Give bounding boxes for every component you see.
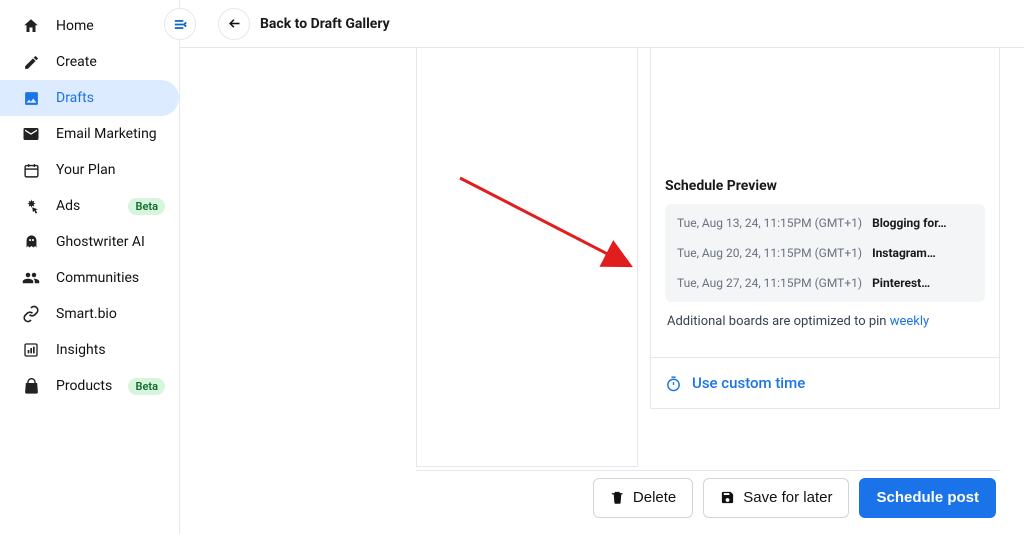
- sidebar-label: Smart.bio: [56, 306, 165, 322]
- schedule-board: Blogging for…: [872, 216, 973, 230]
- save-icon: [720, 490, 735, 505]
- sidebar-label: Ads: [56, 198, 112, 214]
- back-title: Back to Draft Gallery: [260, 16, 390, 32]
- use-custom-time-button[interactable]: Use custom time: [651, 358, 999, 408]
- sidebar-item-home[interactable]: Home: [0, 8, 179, 44]
- sidebar-label: Communities: [56, 270, 165, 286]
- schedule-time: Tue, Aug 13, 24, 11:15PM (GMT+1): [677, 216, 862, 230]
- weekly-link[interactable]: weekly: [890, 314, 929, 329]
- optimized-text: Additional boards are optimized to pin: [667, 314, 890, 329]
- sidebar-label: Ghostwriter AI: [56, 234, 165, 250]
- link-icon: [22, 305, 40, 323]
- sidebar-item-drafts[interactable]: Drafts: [0, 80, 179, 116]
- sidebar-label: Insights: [56, 342, 165, 358]
- custom-time-label: Use custom time: [692, 374, 805, 392]
- schedule-label: Schedule post: [876, 489, 979, 506]
- sidebar-item-smartbio[interactable]: Smart.bio: [0, 296, 179, 332]
- schedule-post-button[interactable]: Schedule post: [859, 478, 996, 518]
- bar-chart-icon: [22, 341, 40, 359]
- optimized-note: Additional boards are optimized to pin w…: [665, 302, 985, 329]
- schedule-time: Tue, Aug 27, 24, 11:15PM (GMT+1): [677, 276, 862, 290]
- action-bar: Delete Save for later Schedule post: [416, 470, 1000, 524]
- beta-badge: Beta: [128, 378, 165, 395]
- envelope-icon: [22, 125, 40, 143]
- sidebar-label: Products: [56, 378, 112, 394]
- beta-badge: Beta: [128, 198, 165, 215]
- schedule-board: Instagram…: [872, 246, 973, 260]
- schedule-row: Tue, Aug 20, 24, 11:15PM (GMT+1) Instagr…: [665, 238, 985, 268]
- stopwatch-icon: [665, 375, 682, 392]
- sidebar-item-insights[interactable]: Insights: [0, 332, 179, 368]
- people-icon: [22, 269, 40, 287]
- sidebar-item-create[interactable]: Create: [0, 44, 179, 80]
- sidebar-label: Home: [56, 18, 165, 34]
- schedule-board: Pinterest…: [872, 276, 973, 290]
- schedule-row: Tue, Aug 13, 24, 11:15PM (GMT+1) Bloggin…: [665, 208, 985, 238]
- topbar: Back to Draft Gallery: [180, 0, 1024, 48]
- pencil-icon: [22, 53, 40, 71]
- main: Back to Draft Gallery Schedule Preview T…: [180, 0, 1024, 534]
- sidebar-label: Drafts: [56, 90, 165, 106]
- back-button[interactable]: [218, 8, 250, 40]
- save-label: Save for later: [743, 489, 832, 506]
- shopping-bag-icon: [22, 377, 40, 395]
- collapse-sidebar-button[interactable]: [164, 8, 196, 40]
- sidebar: Home Create Drafts Email Marketing Your …: [0, 0, 180, 534]
- editor-panel: [416, 48, 638, 467]
- schedule-row: Tue, Aug 27, 24, 11:15PM (GMT+1) Pintere…: [665, 268, 985, 298]
- schedule-time: Tue, Aug 20, 24, 11:15PM (GMT+1): [677, 246, 862, 260]
- trash-icon: [610, 490, 625, 505]
- sidebar-label: Email Marketing: [56, 126, 165, 142]
- image-icon: [22, 89, 40, 107]
- schedule-panel: Schedule Preview Tue, Aug 13, 24, 11:15P…: [650, 48, 1000, 409]
- content-area: Schedule Preview Tue, Aug 13, 24, 11:15P…: [180, 48, 1024, 534]
- sidebar-item-products[interactable]: Products Beta: [0, 368, 179, 404]
- save-button[interactable]: Save for later: [703, 478, 849, 518]
- sidebar-item-communities[interactable]: Communities: [0, 260, 179, 296]
- schedule-list: Tue, Aug 13, 24, 11:15PM (GMT+1) Bloggin…: [665, 204, 985, 302]
- calendar-icon: [22, 161, 40, 179]
- ghost-icon: [22, 233, 40, 251]
- delete-label: Delete: [633, 489, 676, 506]
- sidebar-label: Create: [56, 54, 165, 70]
- schedule-preview-title: Schedule Preview: [665, 178, 985, 194]
- cursor-click-icon: [22, 197, 40, 215]
- sidebar-item-ghostwriter[interactable]: Ghostwriter AI: [0, 224, 179, 260]
- delete-button[interactable]: Delete: [593, 478, 693, 518]
- sidebar-item-plan[interactable]: Your Plan: [0, 152, 179, 188]
- sidebar-label: Your Plan: [56, 162, 165, 178]
- sidebar-item-ads[interactable]: Ads Beta: [0, 188, 179, 224]
- sidebar-item-email[interactable]: Email Marketing: [0, 116, 179, 152]
- home-icon: [22, 17, 40, 35]
